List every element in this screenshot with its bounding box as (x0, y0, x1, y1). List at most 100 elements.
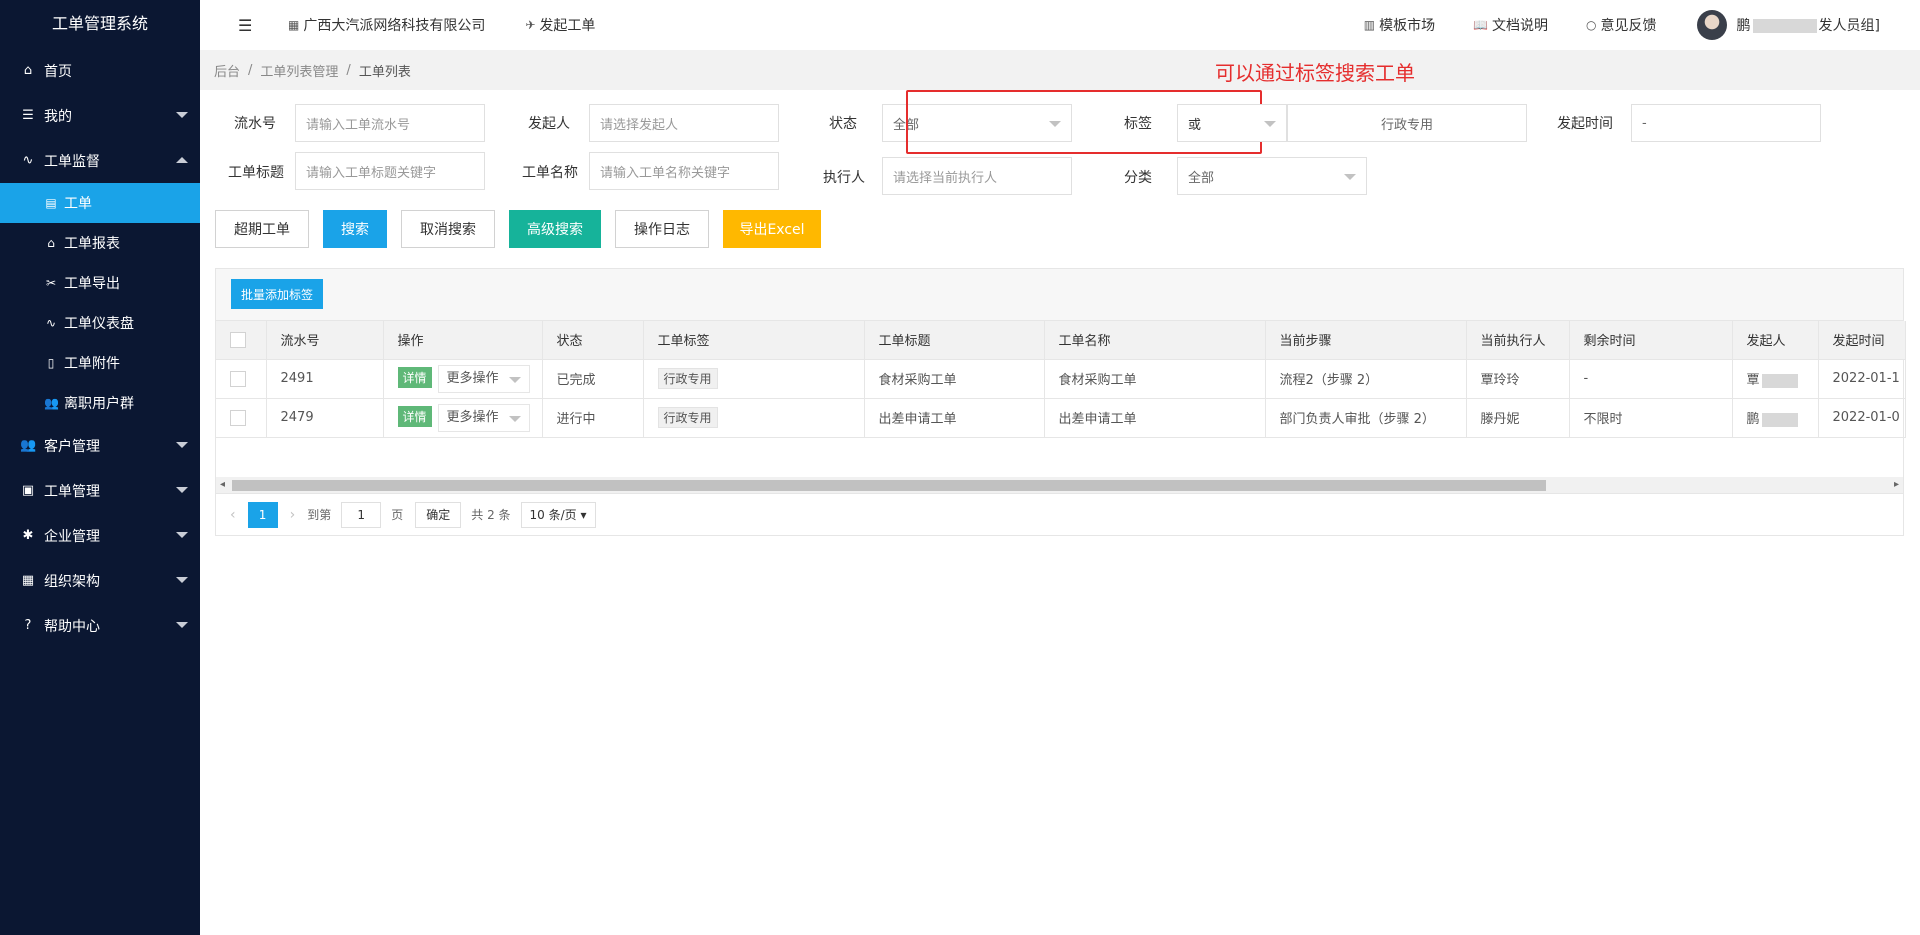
home-icon: ⌂ (47, 236, 55, 250)
column-header: 工单名称 (1044, 321, 1266, 360)
time-range-input[interactable]: - (1631, 104, 1821, 142)
table-toolbar: 批量添加标签 (216, 269, 1903, 321)
serial-input[interactable]: 请输入工单流水号 (295, 104, 485, 142)
initiator-text: 鹏 (1746, 412, 1760, 427)
sidebar-item-org[interactable]: ▦ 组织架构 (0, 558, 200, 603)
sidebar-subitem-export[interactable]: ✂ 工单导出 (0, 263, 200, 303)
sidebar-item-label: 首页 (44, 63, 72, 80)
tag-select[interactable]: 行政专用 (1287, 104, 1527, 142)
category-label: 分类 (1124, 170, 1152, 186)
sidebar-item-mine[interactable]: ☰ 我的 (0, 93, 200, 138)
title-label: 工单标题 (228, 165, 284, 181)
sidebar-item-enterprise[interactable]: ✱ 企业管理 (0, 513, 200, 558)
cell-title: 出差申请工单 (864, 398, 1045, 438)
serial-label: 流水号 (234, 116, 276, 132)
sidebar-item-supervision[interactable]: ∿ 工单监督 (0, 138, 200, 183)
sidebar-item-home[interactable]: ⌂ 首页 (0, 48, 200, 93)
menu-toggle-icon[interactable]: ☰ (238, 16, 270, 35)
cell-step: 流程2（步骤 2） (1265, 359, 1467, 399)
prev-page-icon[interactable]: ‹ (230, 507, 236, 523)
template-market-link[interactable]: ▥ 模板市场 (1364, 15, 1435, 35)
chevron-down-icon (176, 487, 188, 493)
scrollbar-thumb[interactable] (232, 480, 1546, 491)
sidebar-item-label: 工单监督 (44, 153, 100, 170)
header-right: ▥ 模板市场 📖 文档说明 ○ 意见反馈 鹏 发人员组] (1326, 0, 1880, 50)
sidebar-subitem-dashboard[interactable]: ∿ 工单仪表盘 (0, 303, 200, 343)
cell-step: 部门负责人审批（步骤 2） (1265, 398, 1467, 438)
tag-mode-select[interactable]: 或 (1177, 104, 1287, 142)
operation-log-button[interactable]: 操作日志 (615, 210, 709, 248)
breadcrumb-item[interactable]: 后台 (214, 61, 240, 80)
scroll-right-icon[interactable]: ▸ (1894, 479, 1899, 490)
checkbox[interactable] (230, 409, 246, 426)
page-confirm-button[interactable]: 确定 (415, 501, 462, 528)
company-switch[interactable]: ▦ 广西大汽派网络科技有限公司 (288, 15, 485, 35)
header-select-all[interactable] (216, 321, 267, 360)
sidebar-subitem-report[interactable]: ⌂ 工单报表 (0, 223, 200, 263)
ticket-table-container: 批量添加标签 流水号 操作 状态 工单标签 工单标题 工单名称 当前步骤 当前执… (215, 268, 1906, 494)
start-ticket-link[interactable]: ✈ 发起工单 (525, 15, 595, 35)
advanced-search-button[interactable]: 高级搜索 (509, 210, 601, 248)
title-input[interactable]: 请输入工单标题关键字 (295, 152, 485, 190)
name-input[interactable]: 请输入工单名称关键字 (589, 152, 779, 190)
chevron-down-icon (1344, 174, 1356, 180)
batch-add-tag-button[interactable]: 批量添加标签 (231, 279, 323, 309)
cell-remaining: 不限时 (1569, 398, 1733, 438)
detail-button[interactable]: 详情 (397, 367, 432, 388)
feedback-link[interactable]: ○ 意见反馈 (1586, 15, 1656, 35)
initiator-text: 覃 (1746, 373, 1760, 388)
cancel-search-button[interactable]: 取消搜索 (401, 210, 495, 248)
category-select-value: 全部 (1188, 170, 1215, 186)
sidebar-item-label: 组织架构 (44, 573, 100, 590)
ticket-table: 流水号 操作 状态 工单标签 工单标题 工单名称 当前步骤 当前执行人 剩余时间… (216, 321, 1906, 438)
checkbox[interactable] (230, 331, 246, 348)
tag-pill: 行政专用 (657, 368, 718, 389)
row-select[interactable] (216, 359, 267, 399)
breadcrumb-item[interactable]: 工单列表管理 (260, 61, 338, 80)
page-jump-input[interactable]: 1 (341, 501, 382, 528)
executor-label: 执行人 (823, 170, 865, 186)
users-icon: 👥 (20, 438, 37, 453)
more-actions-dropdown[interactable]: 更多操作 (437, 364, 530, 393)
cell-remaining: - (1569, 359, 1733, 399)
page-size-select[interactable]: 10 条/页 ▾ (520, 501, 596, 528)
send-icon: ✈ (525, 18, 536, 32)
sidebar-item-ticket-mgmt[interactable]: ▣ 工单管理 (0, 468, 200, 513)
template-icon: ▥ (1363, 18, 1376, 32)
export-excel-button[interactable]: 导出Excel (723, 210, 821, 248)
table-row: 2479 详情 更多操作 进行中 行政专用 出差申请工单 出差申请工单 部门负责人… (216, 398, 1906, 438)
page-current[interactable]: 1 (247, 501, 278, 528)
time-label: 发起时间 (1557, 116, 1613, 132)
cell-executor: 滕丹妮 (1466, 398, 1570, 438)
initiator-select[interactable]: 请选择发起人 (589, 104, 779, 142)
column-header: 发起时间 (1818, 321, 1906, 360)
cell-tag: 行政专用 (643, 359, 865, 399)
scroll-left-icon[interactable]: ◂ (220, 479, 225, 490)
cell-serial: 2491 (266, 359, 384, 399)
docs-link[interactable]: 📖 文档说明 (1473, 15, 1548, 35)
category-select[interactable]: 全部 (1177, 157, 1367, 195)
horizontal-scrollbar[interactable]: ◂ ▸ (216, 477, 1903, 493)
search-button[interactable]: 搜索 (323, 210, 387, 248)
sidebar-subitem-resigned[interactable]: 👥 离职用户群 (0, 383, 200, 423)
next-page-icon[interactable]: › (290, 507, 296, 523)
detail-button[interactable]: 详情 (397, 406, 432, 427)
row-select[interactable] (216, 398, 267, 438)
book-icon: 📖 (1473, 18, 1489, 32)
column-header: 工单标题 (864, 321, 1045, 360)
user-name-prefix: 鹏 (1736, 18, 1751, 34)
sidebar-subitem-attachment[interactable]: ▯ 工单附件 (0, 343, 200, 383)
sidebar-item-customers[interactable]: 👥 客户管理 (0, 423, 200, 468)
column-header: 状态 (542, 321, 644, 360)
overdue-button[interactable]: 超期工单 (215, 210, 309, 248)
calendar-icon: ▦ (21, 573, 35, 588)
sidebar-subitem-ticket[interactable]: ▤ 工单 (0, 183, 200, 223)
avatar[interactable] (1696, 10, 1727, 40)
sidebar-item-help[interactable]: ? 帮助中心 (0, 603, 200, 648)
cell-initiator: 覃 (1732, 359, 1819, 399)
gear-icon: ✱ (22, 528, 34, 543)
user-name[interactable]: 鹏 发人员组] (1737, 15, 1880, 35)
executor-select[interactable]: 请选择当前执行人 (882, 157, 1072, 195)
more-actions-dropdown[interactable]: 更多操作 (437, 403, 530, 432)
checkbox[interactable] (230, 370, 246, 387)
